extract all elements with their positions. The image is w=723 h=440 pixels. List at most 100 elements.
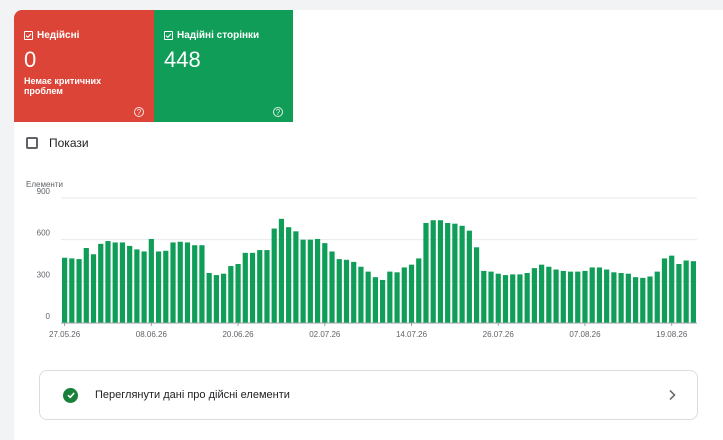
chart-bar	[495, 273, 501, 323]
chevron-right-icon	[669, 389, 676, 401]
x-tick-label: 02.07.26	[309, 330, 341, 339]
chart-bar	[604, 269, 610, 323]
invalid-tile[interactable]: Недійсні 0 Немає критичних проблем ?	[14, 10, 154, 122]
chart-bar	[481, 270, 487, 323]
chart-bar	[401, 267, 407, 323]
chart-bar	[625, 273, 631, 323]
chart-bar	[329, 251, 335, 323]
invalid-count: 0	[24, 47, 37, 72]
chart-bar	[611, 272, 617, 323]
chart-bar	[278, 218, 285, 323]
chart-bar	[249, 252, 256, 323]
check-circle-icon	[63, 387, 78, 403]
checked-checkbox-icon[interactable]	[164, 31, 173, 40]
chart-bar	[387, 271, 393, 323]
chart-bar	[221, 273, 227, 323]
chart-bar	[242, 252, 248, 323]
chart-bar	[62, 257, 68, 323]
chart-bar	[199, 245, 205, 323]
y-tick-label: 0	[46, 312, 51, 321]
chart-bar	[264, 250, 270, 323]
checked-checkbox-icon[interactable]	[24, 31, 33, 40]
chart-bar	[560, 270, 566, 323]
chart-bar	[336, 259, 342, 323]
chart-bar	[177, 241, 183, 323]
valid-tile-header: Надійні сторінки	[164, 30, 293, 41]
chart-bar	[430, 220, 436, 323]
chart-bar	[257, 250, 263, 323]
chart-bar	[517, 274, 523, 323]
chart-bar	[618, 273, 624, 323]
chart-bar	[647, 276, 653, 323]
valid-tile[interactable]: Надійні сторінки 448 ?	[154, 10, 293, 122]
chart-bar	[322, 243, 328, 323]
chart-bar	[83, 248, 89, 323]
chart-bar	[343, 259, 350, 323]
y-tick-label: 900	[37, 187, 51, 196]
chart-bar	[134, 249, 140, 323]
chart-bar	[575, 271, 581, 323]
chart-bar	[206, 273, 212, 323]
chart-bar	[416, 258, 422, 323]
chart-bar	[307, 239, 313, 323]
chart-bar	[510, 274, 516, 323]
chart-bar	[358, 266, 364, 323]
invalid-subtitle: Немає критичних проблем	[24, 76, 102, 96]
chart-bar	[351, 261, 357, 323]
chart-bar	[502, 275, 509, 323]
chart-bar	[372, 277, 378, 323]
unchecked-checkbox-icon[interactable]	[26, 137, 38, 149]
chart-bar	[213, 275, 219, 323]
invalid-tile-header: Недійсні	[24, 30, 154, 41]
y-tick-label: 300	[37, 270, 51, 279]
chart-bar	[90, 254, 97, 323]
chart-bar	[300, 239, 306, 323]
chart-bar	[690, 261, 696, 323]
x-tick-label: 19.08.26	[656, 330, 688, 339]
chart-bar	[437, 220, 444, 323]
impressions-toggle[interactable]: Покази	[26, 136, 89, 150]
items-chart: Елементи030060090027.05.26 08.06.26 20.06.…	[26, 180, 697, 339]
impressions-label: Покази	[49, 136, 89, 150]
chart-bar	[589, 267, 595, 323]
invalid-tile-label: Недійсні	[37, 30, 80, 41]
chart-bar	[69, 258, 75, 323]
view-details-row[interactable]: Переглянути дані про дійсні елементи	[39, 370, 698, 420]
chart-bar	[192, 245, 198, 323]
chart-bar	[98, 243, 104, 323]
x-tick-label: 08.06.26	[136, 330, 168, 339]
chart-bar	[567, 271, 574, 323]
chart-bar	[293, 231, 299, 323]
chart-bar	[553, 269, 559, 323]
chart-bar	[669, 255, 675, 323]
valid-count: 448	[164, 47, 201, 72]
chart-bar	[105, 241, 111, 323]
chart-bar	[148, 238, 154, 323]
x-tick-label: 27.05.26	[49, 330, 81, 339]
chart-bar	[228, 266, 234, 323]
chart-bar	[452, 223, 458, 323]
chart-bar	[286, 227, 292, 323]
chart-bar	[163, 250, 169, 323]
chart-bar	[271, 228, 277, 323]
chart-bar	[582, 270, 588, 323]
chart-bar	[380, 279, 386, 323]
help-icon[interactable]: ?	[134, 107, 144, 117]
view-details-label: Переглянути дані про дійсні елементи	[95, 389, 290, 401]
chart-bar	[539, 264, 545, 323]
chart-bar	[314, 238, 321, 323]
chart-bar	[155, 251, 162, 323]
chart-bar	[654, 271, 660, 323]
chart-bar	[445, 223, 451, 323]
chart-bar	[546, 266, 552, 323]
chart-bar	[76, 259, 82, 323]
chart-bar	[531, 268, 537, 323]
chart-bar	[170, 242, 176, 323]
chart-bar	[632, 277, 639, 323]
chart-bar	[661, 258, 668, 323]
chart-bar	[235, 263, 241, 323]
chart-bar	[683, 260, 689, 323]
chart-bar	[141, 251, 147, 323]
report-card: Недійсні 0 Немає критичних проблем ? Над…	[14, 10, 723, 440]
help-icon[interactable]: ?	[273, 107, 283, 117]
